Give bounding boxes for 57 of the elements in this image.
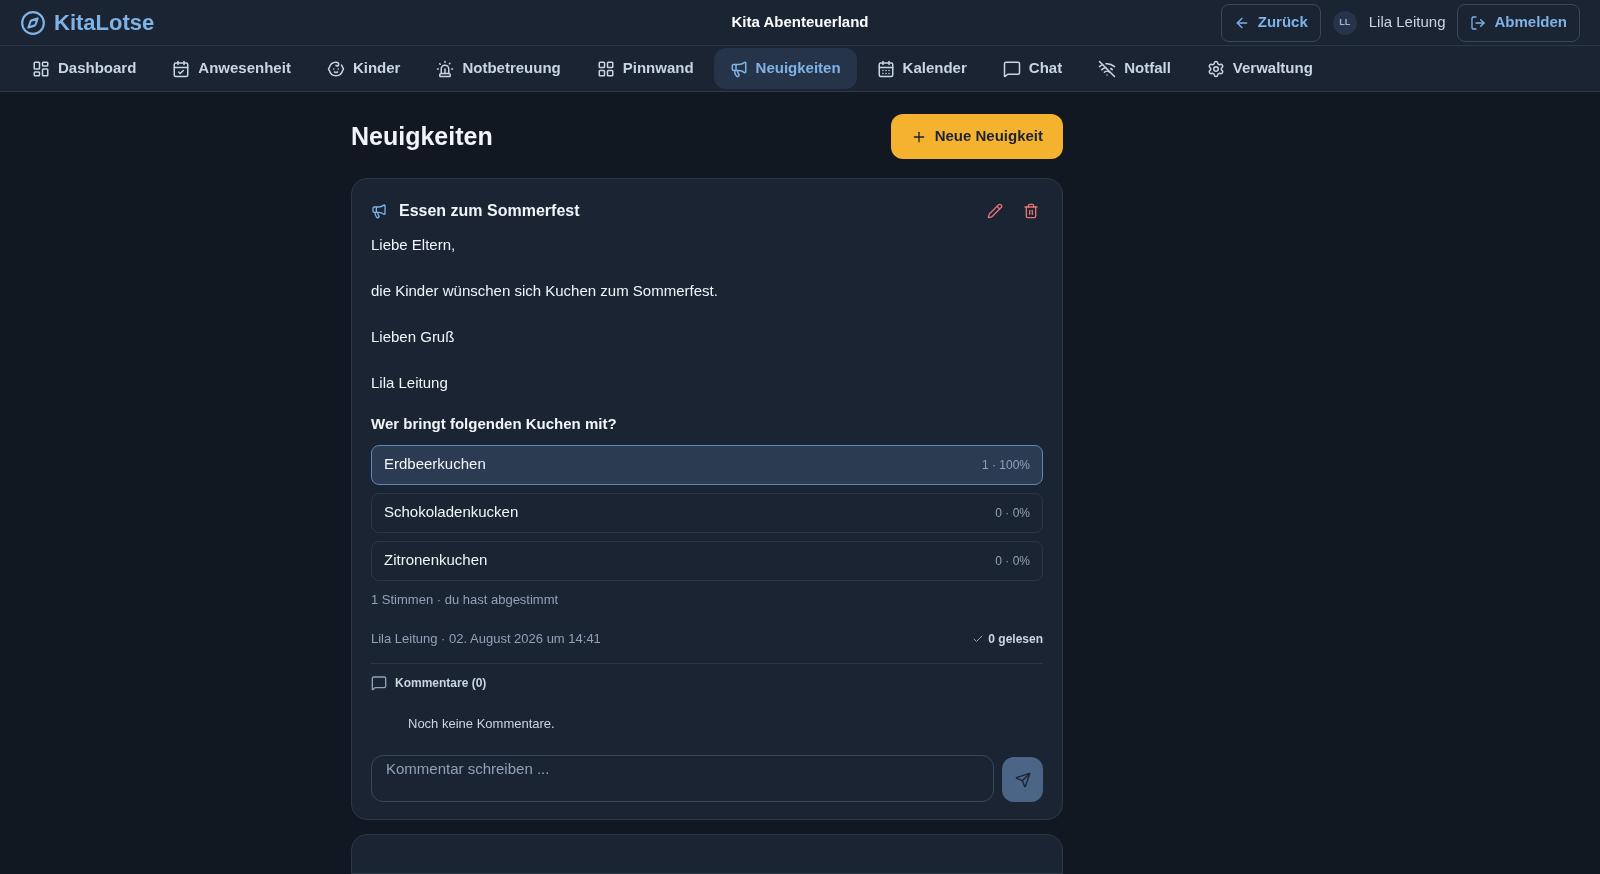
comment-icon [371,674,387,691]
organization-title: Kita Abenteuerland [731,12,869,33]
send-icon [1014,771,1031,788]
poll-question: Wer bringt folgenden Kuchen mit? [371,414,618,434]
new-post-button[interactable]: Neue Neuigkeit [890,114,1063,159]
read-count: 0 gelesen [988,630,1043,648]
calendar-check-icon [172,59,191,78]
post-meta: Lila Leitung · 02. August 2026 um 14:41 [371,630,601,648]
nav-tab[interactable]: Chat [986,48,1079,89]
trash-icon [1023,203,1039,219]
nav-tab[interactable]: Pinnwand [580,48,710,89]
chat-bubble-icon [1002,59,1021,78]
pencil-icon [987,203,1003,219]
nav-tab[interactable]: Notfall [1082,48,1187,89]
nav-tab[interactable]: Notbetreuung [420,48,577,89]
post-paragraph: Lila Leitung [371,373,449,393]
comment-field[interactable]: Kommentar schreiben ... [371,755,994,802]
app-logo[interactable]: KitaLotse [54,6,155,39]
poll-option-label: Schokoladenkucken [384,502,519,523]
dashboard-icon [32,59,50,78]
wifi-off-icon [1098,59,1117,78]
calendar-icon [876,59,895,78]
comments-heading: Kommentare (0) [395,674,487,692]
megaphone-icon [371,203,387,219]
poll-result: 0 · 0% [995,504,1030,522]
megaphone-icon [729,59,748,78]
poll-option[interactable]: Erdbeerkuchen 1 · 100% [371,444,1043,485]
nav-tab[interactable]: Anwesenheit [156,48,307,89]
send-button[interactable] [1002,757,1043,802]
poll-result: 0 · 0% [995,552,1030,570]
nav-tab[interactable]: Dashboard [16,48,153,89]
empty-comments-text: Noch keine Kommentare. [408,714,556,733]
page-title: Neuigkeiten [351,120,493,152]
logout-icon [1470,14,1487,31]
nav-tab[interactable]: Neuigkeiten [713,48,857,89]
nav-tab[interactable]: Kalender [860,48,983,89]
siren-icon [436,59,455,78]
poll-option-label: Zitronenkuchen [384,550,488,571]
avatar: LL [1332,10,1357,35]
grid-icon [596,59,615,78]
logout-button[interactable]: Abmelden [1457,3,1580,42]
poll-option-label: Erdbeerkuchen [384,454,486,475]
poll-summary: 1 Stimmen · du hast abgestimmt [371,590,560,609]
baby-face-icon [326,59,345,78]
poll-option[interactable]: Zitronenkuchen 0 · 0% [371,540,1043,581]
post-paragraph: Liebe Eltern, [371,235,457,255]
back-button[interactable]: Zurück [1220,3,1321,42]
nav-tab[interactable]: Verwaltung [1190,48,1329,89]
poll-result: 1 · 100% [981,456,1030,474]
settings-icon [1206,59,1225,78]
post-paragraph: die Kinder wünschen sich Kuchen zum Sommerfest. [371,281,719,301]
compass-icon [20,9,46,36]
user-name: Lila Leitung [1368,12,1446,33]
poll-option[interactable]: Schokoladenkucken 0 · 0% [371,492,1043,533]
nav-tab[interactable]: Kinder [310,48,417,89]
post-title: Essen zum Sommerfest [399,201,580,221]
post-paragraph: Lieben Gruß [371,327,456,347]
